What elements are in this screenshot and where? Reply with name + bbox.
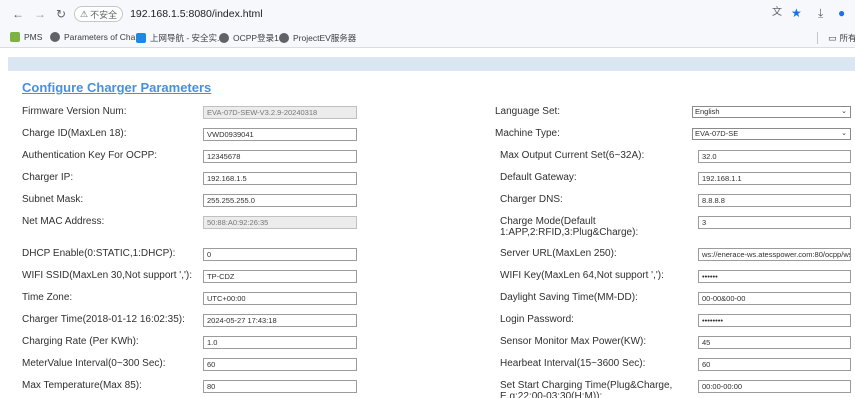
login-password-field[interactable]: •••••••• xyxy=(698,314,851,327)
mac-field: 50:88:A0:92:26:35 xyxy=(203,216,357,229)
auth-key-label: Authentication Key For OCPP: xyxy=(22,150,158,161)
server-url-field[interactable]: ws://enerace-ws.atesspower.com:80/ocpp/w… xyxy=(698,248,851,261)
wifi-key-label: WIFI Key(MaxLen 64,Not support ','): xyxy=(500,270,664,281)
dst-field[interactable]: 00-00&00-00 xyxy=(698,292,851,305)
bookmarks-bar: PMS Parameters of Cha... 上网导航 - 安全实... O… xyxy=(0,28,855,48)
rate-field[interactable]: 1.0 xyxy=(203,336,357,349)
folder-icon: ▭ xyxy=(828,32,837,43)
subnet-label: Subnet Mask: xyxy=(22,194,84,205)
bookmark-ocpp[interactable]: OCPP登录1 xyxy=(219,32,279,44)
timezone-field[interactable]: UTC+00:00 xyxy=(203,292,357,305)
charger-time-label: Charger Time(2018-01-12 16:02:35): xyxy=(22,314,185,325)
arrow-right-icon[interactable]: → xyxy=(34,7,46,21)
machine-type-select-value: EVA-07D-SE xyxy=(695,129,739,138)
bookmark-pms[interactable]: PMS xyxy=(10,32,42,42)
auth-key-field[interactable]: 12345678 xyxy=(203,150,357,163)
pms-icon xyxy=(10,32,20,42)
address-bar[interactable]: ⚠ 不安全 192.168.1.5:8080/index.html xyxy=(74,5,263,23)
language-label: Language Set: xyxy=(495,106,561,117)
dhcp-label: DHCP Enable(0:STATIC,1:DHCP): xyxy=(22,248,176,259)
security-chip[interactable]: ⚠ 不安全 xyxy=(74,6,124,22)
all-bookmarks[interactable]: ▭ 所有 xyxy=(828,32,855,44)
globe-icon xyxy=(219,33,229,43)
charge-mode-field[interactable]: 3 xyxy=(698,216,851,229)
globe-icon xyxy=(279,33,289,43)
subnet-field[interactable]: 255.255.255.0 xyxy=(203,194,357,207)
charger-time-field[interactable]: 2024-05-27 17:43:18 xyxy=(203,314,357,327)
bookmark-label: Parameters of Cha... xyxy=(64,32,143,42)
machine-type-label: Machine Type: xyxy=(495,128,560,139)
profile-icon[interactable]: ● xyxy=(838,6,845,20)
bookmark-separator xyxy=(817,32,818,44)
shield-icon xyxy=(136,33,146,43)
max-current-label: Max Output Current Set(6~32A): xyxy=(500,150,645,161)
url-text[interactable]: 192.168.1.5:8080/index.html xyxy=(130,8,263,20)
max-current-field[interactable]: 32.0 xyxy=(698,150,851,163)
chevron-down-icon: ⌄ xyxy=(841,108,847,115)
charge-mode-label: Charge Mode(Default 1:APP,2:RFID,3:Plug&… xyxy=(500,216,639,238)
heartbeat-label: Hearbeat Interval(15~3600 Sec): xyxy=(500,358,646,369)
dns-field[interactable]: 8.8.8.8 xyxy=(698,194,851,207)
bookmark-projectev[interactable]: ProjectEV服务器 xyxy=(279,32,356,44)
bookmark-label: ProjectEV服务器 xyxy=(293,33,357,43)
chevron-down-icon: ⌄ xyxy=(841,130,847,137)
bookmark-label: OCPP登录1 xyxy=(233,33,279,43)
star-icon[interactable]: ★ xyxy=(791,6,802,20)
arrow-left-icon[interactable]: ← xyxy=(12,7,24,21)
start-time-field[interactable]: 00:00-00:00 xyxy=(698,380,851,393)
heartbeat-field[interactable]: 60 xyxy=(698,358,851,371)
start-time-label: Set Start Charging Time(Plug&Charge, E.g… xyxy=(500,380,673,398)
gateway-field[interactable]: 192.168.1.1 xyxy=(698,172,851,185)
translate-icon[interactable]: 文 xyxy=(772,6,782,20)
wifi-key-field[interactable]: •••••• xyxy=(698,270,851,283)
meter-interval-label: MeterValue Interval(0~300 Sec): xyxy=(22,358,166,369)
machine-type-select[interactable]: EVA-07D-SE ⌄ xyxy=(692,128,851,140)
charger-ip-field[interactable]: 192.168.1.5 xyxy=(203,172,357,185)
gateway-label: Default Gateway: xyxy=(500,172,577,183)
charge-id-field[interactable]: VWD0939041 xyxy=(203,128,357,141)
download-icon[interactable]: ⤓ xyxy=(818,6,823,20)
warning-icon: ⚠ xyxy=(80,8,89,19)
max-temp-field[interactable]: 80 xyxy=(203,380,357,393)
sensor-power-field[interactable]: 45 xyxy=(698,336,851,349)
bookmark-navigation[interactable]: 上网导航 - 安全实... xyxy=(136,32,224,44)
server-url-label: Server URL(MaxLen 250): xyxy=(500,248,617,259)
dhcp-field[interactable]: 0 xyxy=(203,248,357,261)
firmware-field: EVA-07D-SEW-V3.2.9-20240318 xyxy=(203,106,357,119)
login-password-label: Login Password: xyxy=(500,314,574,325)
wifi-ssid-field[interactable]: TP-CDZ xyxy=(203,270,357,283)
bookmark-parameters[interactable]: Parameters of Cha... xyxy=(50,32,142,42)
charger-ip-label: Charger IP: xyxy=(22,172,74,183)
globe-icon xyxy=(50,32,60,42)
meter-interval-field[interactable]: 60 xyxy=(203,358,357,371)
dns-label: Charger DNS: xyxy=(500,194,563,205)
dst-label: Daylight Saving Time(MM-DD): xyxy=(500,292,638,303)
firmware-label: Firmware Version Num: xyxy=(22,106,127,117)
wifi-ssid-label: WIFI SSID(MaxLen 30,Not support ','): xyxy=(22,270,192,281)
sensor-power-label: Sensor Monitor Max Power(KW): xyxy=(500,336,647,347)
reload-icon[interactable]: ↻ xyxy=(56,7,66,21)
mac-label: Net MAC Address: xyxy=(22,216,105,227)
timezone-label: Time Zone: xyxy=(22,292,73,303)
language-select-value: English xyxy=(695,107,720,116)
bookmark-label: PMS xyxy=(24,32,43,42)
bookmark-label: 所有 xyxy=(839,33,855,43)
charge-id-label: Charge ID(MaxLen 18): xyxy=(22,128,127,139)
security-label: 不安全 xyxy=(90,9,118,20)
page-title[interactable]: Configure Charger Parameters xyxy=(22,80,211,95)
language-select[interactable]: English ⌄ xyxy=(692,106,851,118)
header-strip xyxy=(8,57,855,71)
bookmark-label: 上网导航 - 安全实... xyxy=(150,33,225,43)
browser-toolbar: ← → ↻ ⚠ 不安全 192.168.1.5:8080/index.html … xyxy=(0,0,855,28)
max-temp-label: Max Temperature(Max 85): xyxy=(22,380,142,391)
rate-label: Charging Rate (Per KWh): xyxy=(22,336,139,347)
